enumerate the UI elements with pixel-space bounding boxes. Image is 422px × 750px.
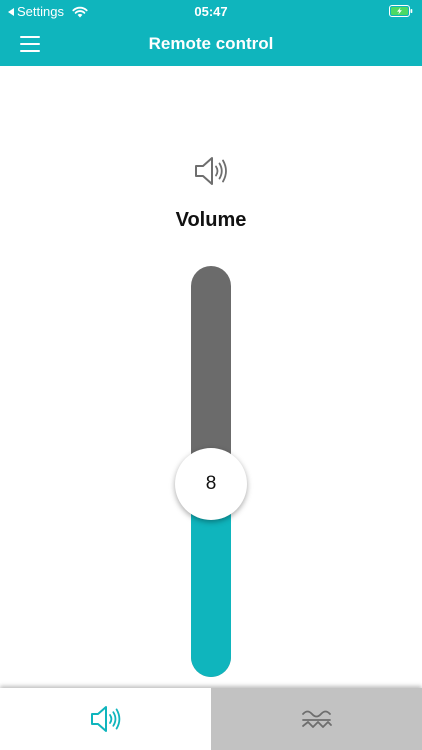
volume-panel: Volume 8: [0, 66, 422, 686]
slider-knob[interactable]: 8: [175, 447, 247, 520]
tab-volume[interactable]: [0, 688, 211, 750]
volume-slider[interactable]: 8: [175, 266, 247, 677]
remote-control-screen: Settings 05:47 Remote control Volume 8: [0, 0, 422, 750]
speaker-volume-icon: [90, 706, 120, 732]
battery-charging-icon: [389, 5, 413, 17]
wave-icon: [301, 710, 332, 728]
volume-title: Volume: [175, 209, 247, 231]
volume-value: 8: [205, 472, 217, 494]
tab-bar: [0, 688, 422, 750]
nav-bar: Remote control: [0, 22, 422, 66]
page-title: Remote control: [148, 34, 274, 53]
header: Settings 05:47 Remote control: [0, 0, 422, 66]
tab-wave[interactable]: [211, 688, 422, 750]
speaker-volume-icon: [195, 157, 227, 185]
status-time: 05:47: [194, 4, 228, 19]
status-bar: Settings 05:47: [0, 0, 422, 22]
